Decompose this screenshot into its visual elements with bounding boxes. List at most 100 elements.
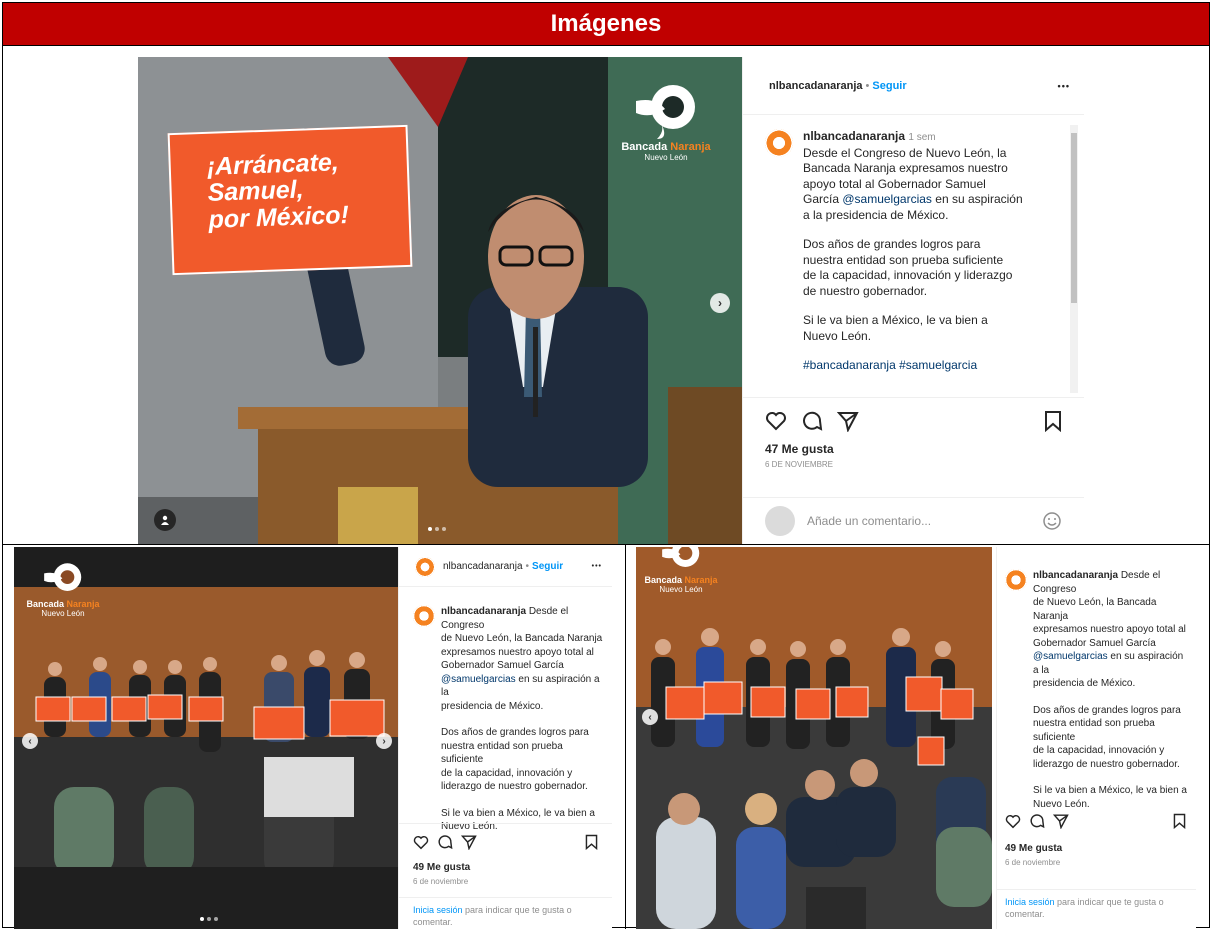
- caption-line: Nuevo León.: [803, 328, 872, 343]
- mention-link[interactable]: @samuelgarcias: [842, 192, 932, 206]
- caption-line: liderazgo de nuestro gobernador.: [441, 781, 588, 792]
- login-text: comentar.: [1005, 909, 1045, 919]
- comment-bar: Añade un comentario...: [743, 497, 1084, 544]
- post-panel: nlbancadanaranja Desde el Congreso de Nu…: [996, 547, 1196, 929]
- action-bar: 49 Me gusta 6 de noviembre: [997, 805, 1196, 867]
- protest-sign: ¡Arráncate, Samuel, por México!: [167, 124, 413, 276]
- bookmark-icon[interactable]: [1173, 813, 1186, 829]
- sign-line-3: por México!: [208, 200, 350, 234]
- caption-line: Bancada Naranja expresamos nuestro: [803, 161, 1008, 175]
- action-bar: 47 Me gusta 6 DE NOVIEMBRE: [743, 397, 1084, 497]
- like-count[interactable]: 49 Me gusta: [1005, 843, 1186, 854]
- caption-line: expresamos nuestro apoyo total al: [441, 646, 594, 658]
- caption-text: nlbancadanaranja Desde el Congreso de Nu…: [1033, 569, 1190, 811]
- hashtags[interactable]: #bancadanaranja #samuelgarcia: [803, 358, 1060, 374]
- bookmark-icon[interactable]: [1044, 410, 1062, 432]
- post-panel: nlbancadanaranja • Seguir ••• nlbancadan…: [398, 547, 612, 929]
- login-link[interactable]: Inicia sesión: [413, 905, 463, 915]
- table-header: Imágenes: [3, 3, 1209, 46]
- carousel-indicator: [200, 917, 218, 921]
- caption-line: nuestra entidad son prueba suficiente: [1033, 718, 1155, 743]
- follow-button[interactable]: Seguir: [532, 561, 563, 572]
- image-table: Imágenes ¡Arráncate, Samuel, por México!…: [2, 2, 1210, 929]
- caption-text: nlbancadanaranja 1 sem Desde el Congreso…: [803, 129, 1060, 397]
- user-tag-icon[interactable]: [154, 509, 176, 531]
- logo-sub: Nuevo León: [659, 585, 703, 594]
- post-panel: nlbancadanaranja • Seguir ••• nlbancadan…: [742, 57, 1084, 544]
- avatar[interactable]: [415, 556, 435, 577]
- caption-area: nlbancadanaranja 1 sem Desde el Congreso…: [743, 115, 1084, 397]
- post-photo: ¡Arráncate, Samuel, por México! Bancada …: [138, 57, 742, 544]
- photo-scene: [636, 547, 992, 929]
- caption-line: nuestra entidad son prueba suficiente: [441, 740, 563, 766]
- caption-line: Dos años de grandes logros para: [441, 727, 589, 738]
- login-link[interactable]: Inicia sesión: [1005, 897, 1055, 907]
- caption-line: Gobernador Samuel García: [1033, 637, 1156, 649]
- logo-brand-1: Bancada: [644, 575, 682, 585]
- caption-line: de nuestro gobernador.: [803, 283, 928, 298]
- follow-button[interactable]: Seguir: [872, 80, 906, 92]
- share-icon[interactable]: [837, 410, 859, 432]
- bancada-logo: Bancada Naranja Nuevo León: [636, 547, 726, 594]
- caption-line: Dos años de grandes logros para: [803, 237, 981, 251]
- avatar[interactable]: [765, 129, 793, 157]
- like-count[interactable]: 49 Me gusta: [413, 862, 598, 873]
- logo-sub: Nuevo León: [41, 609, 85, 618]
- like-count[interactable]: 47 Me gusta: [765, 442, 1062, 456]
- mention-link[interactable]: @samuelgarcias: [1033, 651, 1108, 662]
- carousel-indicator: [428, 527, 446, 531]
- caption-line: Si le va bien a México, le va bien a: [803, 313, 988, 327]
- prev-icon[interactable]: ‹: [642, 709, 658, 725]
- caption-line: García: [803, 192, 840, 206]
- login-prompt: Inicia sesión para indicar que te gusta …: [399, 897, 612, 928]
- share-icon[interactable]: [461, 834, 477, 850]
- caption-scrollbar[interactable]: [1070, 125, 1078, 393]
- caption-line: apoyo total al Gobernador Samuel: [803, 176, 986, 191]
- instagram-post-main: ¡Arráncate, Samuel, por México! Bancada …: [138, 57, 1084, 544]
- caption-line: de Nuevo León, la Bancada Naranja: [1033, 597, 1157, 622]
- emoji-icon[interactable]: [1042, 511, 1062, 531]
- avatar[interactable]: [1005, 569, 1027, 591]
- caption-username[interactable]: nlbancadanaranja: [803, 129, 905, 143]
- next-icon[interactable]: ›: [376, 733, 392, 749]
- heart-icon[interactable]: [413, 835, 429, 850]
- post-username[interactable]: nlbancadanaranja: [443, 561, 523, 572]
- post-username[interactable]: nlbancadanaranja: [769, 80, 863, 92]
- mention-link[interactable]: @samuelgarcias: [441, 674, 516, 685]
- heart-icon[interactable]: [1005, 814, 1021, 829]
- bookmark-icon[interactable]: [585, 834, 598, 850]
- prev-icon[interactable]: ‹: [22, 733, 38, 749]
- share-icon[interactable]: [1053, 813, 1069, 829]
- login-prompt: Inicia sesión para indicar que te gusta …: [997, 889, 1196, 920]
- avatar[interactable]: [413, 605, 435, 627]
- logo-brand-1: Bancada: [621, 141, 668, 153]
- bancada-logo: Bancada Naranja Nuevo León: [596, 79, 736, 162]
- next-icon[interactable]: ›: [710, 293, 730, 313]
- bird-logo-icon: [662, 547, 700, 567]
- caption-username[interactable]: nlbancadanaranja: [1033, 570, 1118, 581]
- avatar-placeholder: [765, 506, 795, 536]
- comment-input[interactable]: Añade un comentario...: [807, 514, 931, 528]
- bird-logo-icon: [44, 563, 82, 591]
- caption-text: nlbancadanaranja Desde el Congreso de Nu…: [441, 605, 604, 834]
- login-text: para indicar que te gusta o: [465, 905, 572, 915]
- caption-line: expresamos nuestro apoyo total al: [1033, 624, 1186, 635]
- caption-area: nlbancadanaranja Desde el Congreso de Nu…: [399, 587, 612, 834]
- login-text: comentar.: [413, 917, 453, 927]
- post-header: nlbancadanaranja • Seguir •••: [743, 57, 1084, 115]
- caption-line: liderazgo de nuestro gobernador.: [1033, 758, 1180, 770]
- comment-icon[interactable]: [1029, 813, 1045, 829]
- logo-brand-2: Naranja: [66, 599, 100, 609]
- comment-icon[interactable]: [801, 410, 823, 432]
- caption-username[interactable]: nlbancadanaranja: [441, 606, 526, 617]
- post-date: 6 de noviembre: [413, 877, 469, 886]
- caption-line: nuestra entidad son prueba suficiente: [803, 252, 1004, 267]
- heart-icon[interactable]: [765, 411, 787, 431]
- more-icon[interactable]: •••: [1058, 81, 1070, 91]
- caption-line: de la capacidad, innovación y: [441, 767, 573, 779]
- caption-line: presidencia de México.: [1033, 678, 1136, 689]
- more-icon[interactable]: •••: [592, 563, 602, 570]
- comment-icon[interactable]: [437, 834, 453, 850]
- column-divider: [625, 544, 626, 929]
- caption-line: de la capacidad, innovación y liderazgo: [803, 268, 1013, 282]
